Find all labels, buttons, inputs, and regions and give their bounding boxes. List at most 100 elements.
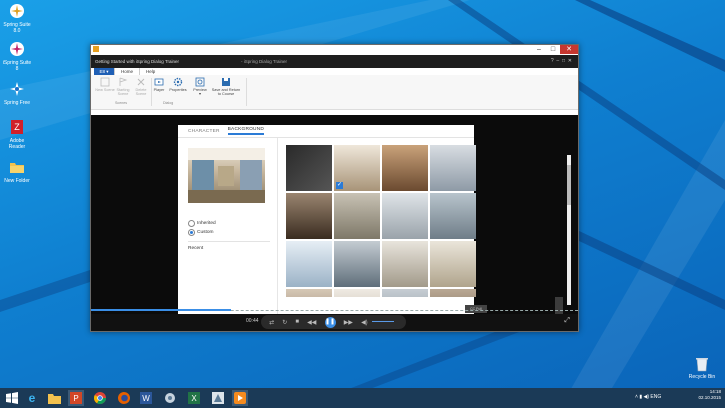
starting-scene-button[interactable]: Starting Scene (113, 77, 133, 97)
background-thumbnail[interactable] (382, 241, 428, 287)
background-thumbnail[interactable] (382, 193, 428, 239)
background-preview-image (188, 148, 265, 203)
app-title-sub: - iSpring Dialog Trainer (241, 59, 288, 64)
chevron-up-icon[interactable]: ˄ (635, 394, 638, 400)
scrollbar-thumb[interactable] (567, 165, 571, 205)
background-dialog: CHARACTER BACKGROUND Inherited Custom Re… (178, 125, 571, 314)
stop-icon[interactable]: ■ (295, 319, 299, 325)
background-thumbnail[interactable] (286, 145, 332, 191)
language-indicator[interactable]: ENG (650, 394, 661, 400)
background-thumbnail-selected[interactable]: ✓ (334, 145, 380, 191)
close-icon[interactable]: ✕ (568, 58, 572, 64)
desktop-icon-adobe-reader[interactable]: Z Adobe Reader (2, 118, 32, 150)
custom-radio[interactable]: Custom (188, 229, 214, 236)
close-button[interactable]: ✕ (560, 45, 578, 54)
ribbon: New Scene Starting Scene Delete Scene Sc… (91, 75, 578, 110)
desktop-icon-ispring-suite[interactable]: iSpring Suite 8 (2, 40, 32, 72)
word-icon: W (140, 392, 152, 404)
inherited-radio[interactable]: Inherited (188, 220, 216, 227)
tab-home[interactable]: Home (114, 67, 141, 75)
taskbar-media-player[interactable] (232, 390, 248, 406)
background-thumbnail[interactable] (430, 193, 476, 239)
taskbar-file-explorer[interactable] (46, 390, 62, 406)
playback-time: 00:44 (246, 318, 259, 324)
repeat-icon[interactable]: ↻ (282, 319, 287, 326)
help-icon[interactable]: ? (551, 58, 554, 64)
background-thumbnail[interactable] (286, 193, 332, 239)
next-icon[interactable]: ▶▶ (344, 319, 353, 326)
properties-button[interactable]: Properties (168, 77, 188, 92)
desktop-icon-label: New Folder (4, 178, 30, 184)
background-thumbnail[interactable] (286, 289, 332, 297)
background-thumbnail[interactable] (334, 289, 380, 297)
new-scene-button[interactable]: New Scene (95, 77, 115, 92)
ribbon-separator (246, 78, 247, 106)
desktop-icon-spring-suite[interactable]: Spring Suite 8.0 (2, 2, 32, 34)
save-and-return-button[interactable]: Save and Return to Course (211, 77, 241, 97)
svg-text:X: X (191, 394, 197, 403)
preview-button[interactable]: Preview ▾ (190, 77, 210, 97)
maximize-button[interactable]: □ (546, 45, 560, 54)
desktop: Spring Suite 8.0 iSpring Suite 8 Spring … (0, 0, 725, 408)
gallery-scrollbar[interactable] (567, 155, 571, 305)
shuffle-icon[interactable]: ⇄ (269, 319, 274, 326)
start-button[interactable] (4, 390, 20, 406)
recycle-bin-label: Recycle Bin (688, 374, 716, 380)
radio-dot (188, 220, 195, 227)
switch-view-icon[interactable]: ⤢ (564, 317, 570, 325)
seek-progress (91, 309, 231, 311)
desktop-icon-label: Adobe Reader (8, 138, 26, 150)
taskbar-app[interactable] (162, 390, 178, 406)
desktop-icon-spring-free[interactable]: Spring Free (2, 80, 32, 106)
background-thumbnail[interactable] (430, 289, 476, 297)
desktop-icon-new-folder[interactable]: New Folder (2, 158, 32, 184)
app-icon (93, 46, 99, 52)
volume-icon[interactable]: ◀) (361, 319, 368, 326)
background-thumbnail[interactable] (334, 241, 380, 287)
background-thumbnail[interactable] (334, 193, 380, 239)
pause-button[interactable]: ❚❚ (324, 316, 336, 328)
taskbar-internet-explorer[interactable]: e (24, 390, 40, 406)
previous-icon[interactable]: ◀◀ (307, 319, 316, 326)
taskbar-word[interactable]: W (138, 390, 154, 406)
tab-help[interactable]: Help (140, 68, 161, 75)
ie-icon: e (28, 391, 36, 405)
header-window-controls: ? – □ ✕ (551, 55, 572, 68)
recent-label: Recent (188, 246, 204, 251)
file-menu-tab[interactable]: E8 ▾ (94, 68, 114, 75)
background-thumbnail[interactable] (382, 289, 428, 297)
network-icon[interactable]: ▮ (639, 394, 642, 400)
desktop-icon-label: iSpring Suite 8 (2, 60, 32, 72)
taskbar-powerpoint[interactable]: P (68, 390, 84, 406)
preview-icon (195, 77, 205, 87)
taskbar-excel[interactable]: X (186, 390, 202, 406)
new-scene-icon (100, 77, 110, 87)
dialog-tabs: CHARACTER BACKGROUND (178, 125, 474, 138)
gear-icon (173, 77, 183, 87)
background-thumbnail[interactable] (286, 241, 332, 287)
clock[interactable]: 14:18 02.10.2015 (698, 389, 721, 401)
taskbar-chrome[interactable] (92, 390, 108, 406)
taskbar-firefox[interactable] (116, 390, 132, 406)
dialog-left-pane: Inherited Custom Recent (178, 138, 278, 314)
minimize-button[interactable]: – (532, 45, 546, 54)
desktop-icon-recycle-bin[interactable]: Recycle Bin (688, 356, 716, 380)
chrome-icon (94, 392, 106, 404)
restore-icon[interactable]: □ (562, 58, 565, 64)
player-icon (154, 77, 164, 87)
taskbar-ispring[interactable] (210, 390, 226, 406)
background-thumbnail[interactable] (430, 145, 476, 191)
volume-icon[interactable]: ◀) (643, 394, 649, 400)
window-titlebar[interactable]: – □ ✕ (91, 45, 578, 55)
minimize-icon[interactable]: – (556, 58, 559, 64)
tab-character[interactable]: CHARACTER (188, 129, 220, 134)
player-button[interactable]: Player (149, 77, 169, 92)
folder-icon (8, 158, 26, 176)
windows-icon (6, 392, 18, 404)
background-thumbnail[interactable] (430, 241, 476, 287)
delete-scene-button[interactable]: Delete Scene (131, 77, 151, 97)
tab-background[interactable]: BACKGROUND (227, 127, 265, 135)
recycle-bin-icon (688, 356, 716, 374)
background-thumbnail[interactable] (382, 145, 428, 191)
powerpoint-icon: P (70, 392, 82, 404)
